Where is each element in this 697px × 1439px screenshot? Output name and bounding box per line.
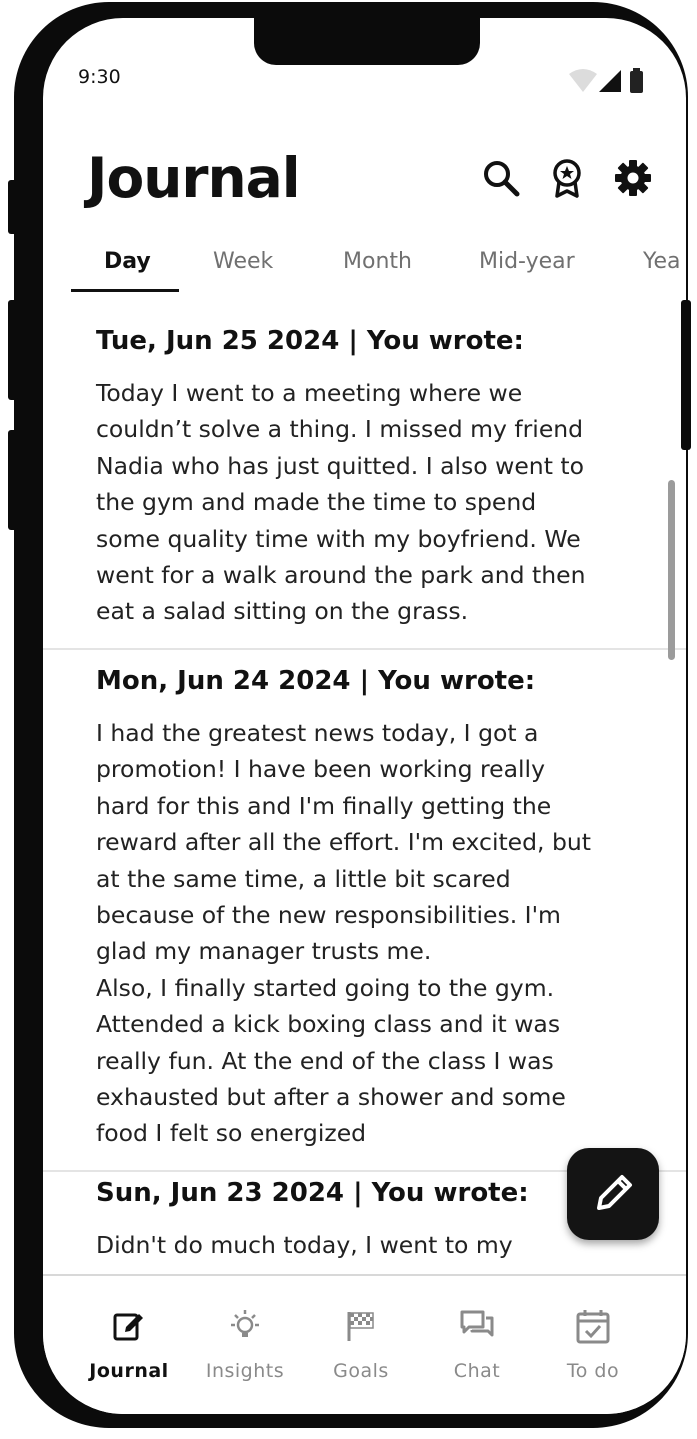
nav-insights[interactable]: Insights xyxy=(185,1276,305,1386)
journal-feed[interactable]: Tue, Jun 25 2024 | You wrote: Today I we… xyxy=(43,296,686,1274)
page-title: Journal xyxy=(87,146,301,210)
nav-chat[interactable]: Chat xyxy=(417,1276,537,1386)
wifi-icon xyxy=(569,69,597,92)
battery-icon xyxy=(630,71,643,93)
volume-up-button xyxy=(8,300,18,400)
entry-text: I had the greatest news today, I got a p… xyxy=(96,719,592,1148)
new-entry-button[interactable] xyxy=(567,1148,659,1240)
tab-mid-year[interactable]: Mid-year xyxy=(479,249,575,274)
phone-frame: 9:30 Journal Day Week Month Mid-year Yea… xyxy=(14,2,688,1428)
screen: 9:30 Journal Day Week Month Mid-year Yea… xyxy=(43,18,686,1414)
lightbulb-icon xyxy=(231,1310,259,1337)
nav-label: Journal xyxy=(89,1360,169,1382)
notch xyxy=(254,18,480,65)
entry-heading: Sun, Jun 23 2024 | You wrote: xyxy=(96,1178,529,1208)
calendar-check-icon xyxy=(576,1310,610,1344)
tab-bar: Day Week Month Mid-year Yea xyxy=(43,243,686,293)
tab-month[interactable]: Month xyxy=(343,249,412,274)
search-icon[interactable] xyxy=(481,158,521,198)
nav-label: Chat xyxy=(453,1360,501,1382)
entry-divider xyxy=(43,648,686,650)
nav-todo[interactable]: To do xyxy=(533,1276,653,1386)
journal-edit-icon xyxy=(113,1313,143,1341)
chat-icon xyxy=(460,1310,494,1337)
nav-label: To do xyxy=(566,1360,620,1382)
nav-label: Insights xyxy=(205,1360,285,1382)
scrollbar[interactable] xyxy=(668,480,675,660)
nav-journal[interactable]: Journal xyxy=(69,1276,189,1386)
gear-icon[interactable] xyxy=(613,158,653,198)
tab-week[interactable]: Week xyxy=(213,249,273,274)
entry-heading: Tue, Jun 25 2024 | You wrote: xyxy=(96,326,524,356)
checkered-flag-icon xyxy=(347,1312,374,1341)
power-button xyxy=(681,300,691,450)
status-time: 9:30 xyxy=(78,66,121,88)
entry-text: Didn't do much today, I went to my xyxy=(96,1231,513,1259)
bottom-navigation: Journal Insights Goals Chat To do xyxy=(43,1274,686,1414)
tab-day[interactable]: Day xyxy=(104,249,151,274)
silent-switch xyxy=(8,180,18,234)
nav-goals[interactable]: Goals xyxy=(301,1276,421,1386)
pencil-icon xyxy=(597,1175,632,1210)
nav-label: Goals xyxy=(333,1360,389,1382)
badge-icon[interactable] xyxy=(547,158,587,198)
volume-down-button xyxy=(8,430,18,530)
active-tab-indicator xyxy=(71,289,179,292)
tab-year[interactable]: Yea xyxy=(643,249,681,274)
status-icons xyxy=(569,68,643,93)
signal-icon xyxy=(599,70,621,92)
entry-heading: Mon, Jun 24 2024 | You wrote: xyxy=(96,666,536,696)
entry-text: Today I went to a meeting where we could… xyxy=(96,379,586,626)
